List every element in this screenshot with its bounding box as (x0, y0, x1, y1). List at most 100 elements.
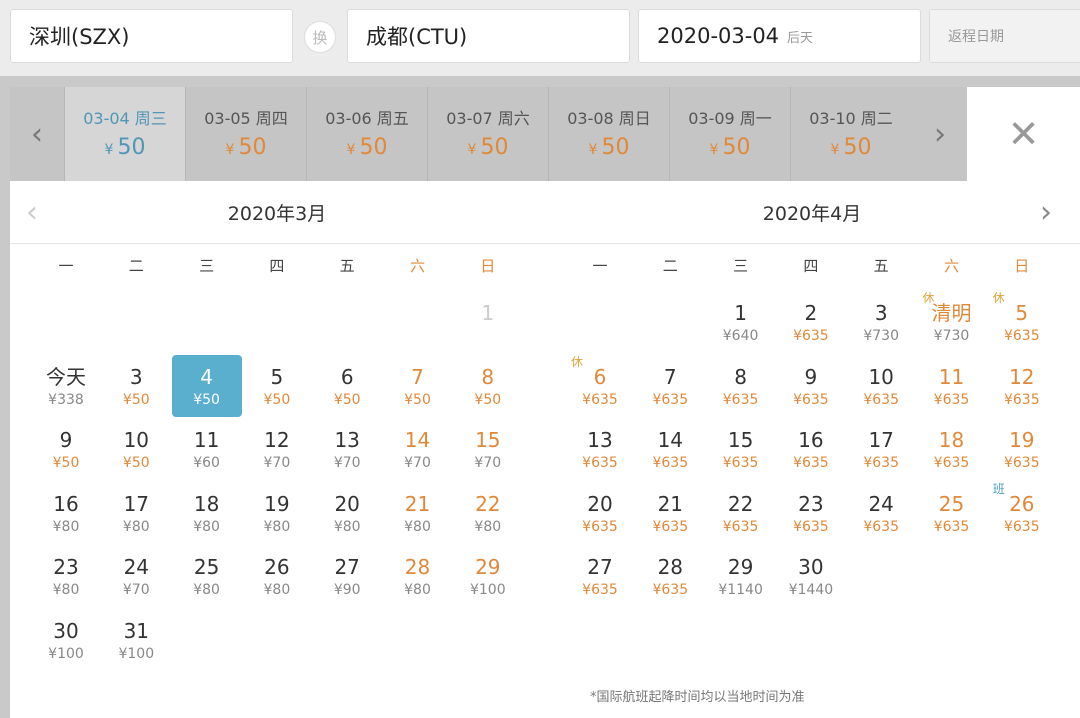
calendar-day[interactable]: 21 ¥80 (383, 482, 453, 544)
calendar-day[interactable]: 21 ¥635 (635, 482, 705, 544)
calendar-day[interactable]: 19 ¥80 (242, 482, 312, 544)
currency-symbol: ¥ (104, 142, 114, 158)
return-date-input[interactable]: 返程日期 (929, 9, 1080, 63)
strip-next-arrow-icon[interactable]: › (913, 87, 967, 181)
prev-month-arrow-icon[interactable]: ‹ (26, 195, 38, 230)
calendar-day[interactable]: 14 ¥70 (383, 418, 453, 480)
calendar-day[interactable]: 7 ¥635 (635, 355, 705, 417)
calendar-day[interactable]: 休 5 ¥635 (987, 291, 1057, 353)
calendar-day[interactable]: 20 ¥635 (565, 482, 635, 544)
departure-date-input[interactable]: 2020-03-04 后天 (638, 9, 921, 63)
calendar-day[interactable]: 15 ¥635 (706, 418, 776, 480)
calendar-day[interactable]: 27 ¥635 (565, 545, 635, 607)
arrival-city-input[interactable]: 成都(CTU) (347, 9, 630, 63)
calendar-day[interactable]: 25 ¥80 (172, 545, 242, 607)
calendar-day[interactable]: 班 26 ¥635 (987, 482, 1057, 544)
calendar-day[interactable]: 2 ¥635 (776, 291, 846, 353)
calendar-day[interactable]: 13 ¥70 (312, 418, 382, 480)
day-number: 20 (587, 491, 613, 516)
calendar-day[interactable]: 23 ¥635 (776, 482, 846, 544)
day-number: 17 (868, 428, 894, 452)
calendar-day[interactable]: 9 ¥635 (776, 355, 846, 417)
strip-date-item[interactable]: 03-06 周五 ¥50 (306, 87, 427, 181)
currency-symbol: ¥ (709, 142, 719, 158)
calendar-day[interactable]: 11 ¥60 (172, 418, 242, 480)
day-price: ¥50 (404, 391, 431, 408)
day-price: ¥635 (1003, 328, 1040, 344)
calendar-day[interactable]: 19 ¥635 (987, 418, 1057, 480)
strip-date-item[interactable]: 03-04 周三 ¥50 (64, 87, 185, 181)
close-calendar-button[interactable]: ✕ (967, 87, 1080, 181)
calendar-day[interactable]: 22 ¥80 (453, 482, 523, 544)
calendar-day[interactable]: 8 ¥635 (706, 355, 776, 417)
calendar-day[interactable]: 28 ¥635 (635, 545, 705, 607)
strip-date-item[interactable]: 03-05 周四 ¥50 (185, 87, 306, 181)
calendar-day[interactable]: 3 ¥50 (101, 355, 171, 417)
calendar-day[interactable]: 1 ¥640 (706, 291, 776, 353)
swap-cities-button[interactable]: 换 (304, 21, 336, 53)
calendar-day[interactable]: 10 ¥50 (101, 418, 171, 480)
calendar-day[interactable]: 休清明 ¥730 (917, 291, 987, 353)
calendar-day[interactable]: 13 ¥635 (565, 418, 635, 480)
calendar-day[interactable]: 29 ¥1140 (706, 545, 776, 607)
strip-date-item[interactable]: 03-09 周一 ¥50 (669, 87, 790, 181)
calendar-day[interactable]: 11 ¥635 (917, 355, 987, 417)
day-number: 9 (804, 364, 818, 389)
calendar-day[interactable]: 28 ¥80 (383, 545, 453, 607)
calendar-day[interactable]: 12 ¥635 (987, 355, 1057, 417)
calendar-day[interactable]: 30 ¥1440 (776, 545, 846, 607)
calendar-day[interactable]: 23 ¥80 (31, 545, 101, 607)
calendar-day[interactable]: 17 ¥635 (846, 418, 916, 480)
calendar-day[interactable]: 15 ¥70 (453, 418, 523, 480)
strip-date-item[interactable]: 03-10 周二 ¥50 (790, 87, 911, 181)
calendar-day[interactable]: 22 ¥635 (706, 482, 776, 544)
calendar-day[interactable]: 18 ¥80 (172, 482, 242, 544)
calendar-day[interactable]: 14 ¥635 (635, 418, 705, 480)
calendar-day-selected[interactable]: 4 ¥50 (171, 354, 242, 417)
strip-price: ¥50 (428, 135, 548, 160)
day-price: ¥635 (1003, 518, 1040, 535)
calendar-day[interactable]: 25 ¥635 (917, 482, 987, 544)
strip-price-value: 50 (843, 135, 872, 160)
calendar-day[interactable]: 29 ¥100 (453, 545, 523, 607)
day-price: ¥635 (933, 518, 970, 535)
calendar-day[interactable]: 24 ¥70 (101, 545, 171, 607)
departure-city-input[interactable]: 深圳(SZX) (10, 9, 293, 63)
day-number: 5 (270, 364, 284, 389)
calendar-day[interactable]: 休 6 ¥635 (565, 355, 635, 417)
strip-price-value: 50 (359, 135, 388, 160)
day-number: 10 (123, 428, 150, 452)
calendar-day[interactable]: 26 ¥80 (242, 545, 312, 607)
calendar-day[interactable]: 27 ¥90 (312, 545, 382, 607)
strip-date-item[interactable]: 03-07 周六 ¥50 (427, 87, 548, 181)
day-number: 24 (868, 491, 894, 516)
strip-prev-arrow-icon[interactable]: ‹ (10, 87, 64, 181)
calendar-day[interactable]: 20 ¥80 (312, 482, 382, 544)
calendar-day[interactable]: 6 ¥50 (312, 355, 382, 417)
strip-date-label: 03-08 周日 (567, 109, 651, 128)
calendar-day[interactable]: 7 ¥50 (383, 355, 453, 417)
calendar-day[interactable]: 16 ¥80 (31, 482, 101, 544)
calendar-day[interactable]: 16 ¥635 (776, 418, 846, 480)
day-number: 31 (123, 618, 150, 643)
calendar-day[interactable]: 17 ¥80 (101, 482, 171, 544)
calendar-day[interactable]: 31 ¥100 (101, 609, 171, 671)
day-price: ¥635 (793, 391, 829, 408)
strip-date-item[interactable]: 03-08 周日 ¥50 (548, 87, 669, 181)
calendar-day[interactable]: 12 ¥70 (242, 418, 312, 480)
day-number: 今天 (46, 364, 86, 389)
day-price: ¥635 (933, 455, 970, 471)
calendar-day[interactable]: 18 ¥635 (917, 418, 987, 480)
calendar-day[interactable]: 今天 ¥338 (31, 355, 101, 417)
next-month-arrow-icon[interactable]: › (1040, 195, 1052, 230)
calendar-day[interactable]: 5 ¥50 (242, 355, 312, 417)
calendar-day[interactable]: 9 ¥50 (31, 418, 101, 480)
calendar-day[interactable]: 8 ¥50 (453, 355, 523, 417)
calendar-day[interactable]: 10 ¥635 (846, 355, 916, 417)
month-title-april: 2020年4月 (762, 202, 862, 225)
calendar-day[interactable]: 3 ¥730 (846, 291, 916, 353)
calendar-day[interactable]: 24 ¥635 (846, 482, 916, 544)
month-title-march: 2020年3月 (227, 202, 327, 225)
day-price: ¥635 (582, 582, 618, 598)
calendar-day[interactable]: 30 ¥100 (31, 609, 101, 671)
